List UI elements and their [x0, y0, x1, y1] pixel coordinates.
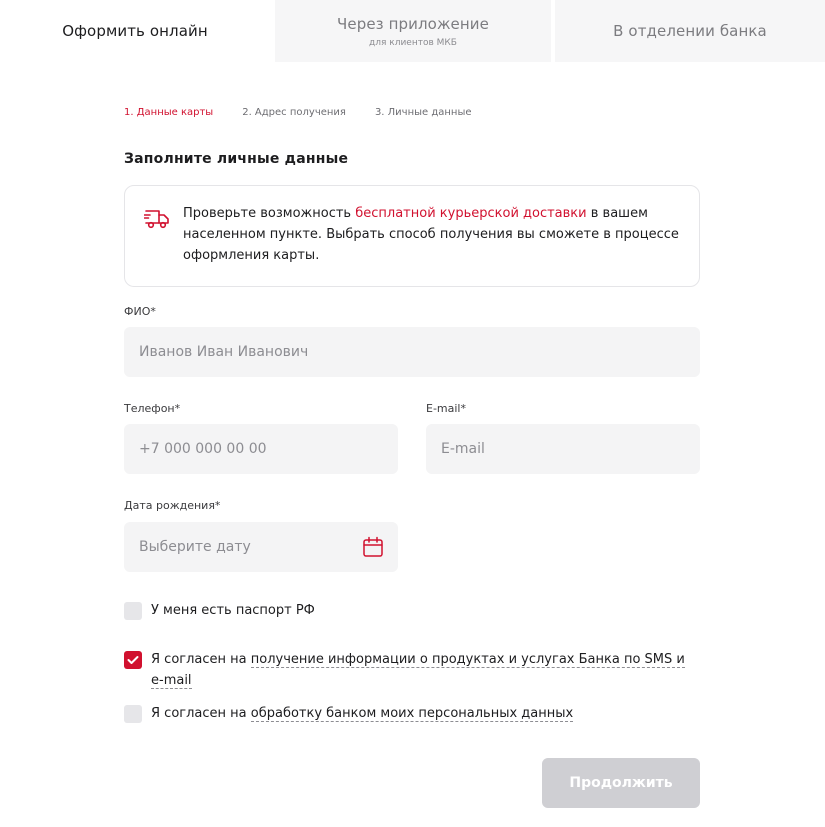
data-consent-link[interactable]: обработку банком моих персональных данны… — [250, 706, 574, 722]
passport-checkbox-row: У меня есть паспорт РФ — [124, 602, 315, 621]
fio-input[interactable] — [124, 327, 700, 377]
calendar-icon[interactable] — [362, 536, 384, 558]
sms-consent-checkbox[interactable] — [124, 651, 142, 669]
tab-bank-office-label: В отделении банка — [613, 22, 767, 40]
checkmark-icon — [127, 656, 139, 664]
birthdate-label: Дата рождения* — [124, 499, 221, 512]
form-title: Заполните личные данные — [124, 151, 349, 167]
delivery-info-box: Проверьте возможность бесплатной курьерс… — [124, 185, 700, 287]
data-consent-row: Я согласен на обработку банком моих перс… — [124, 703, 574, 724]
email-input[interactable] — [426, 424, 700, 474]
tab-bank-office[interactable]: В отделении банка — [555, 0, 825, 62]
tab-app-sublabel: для клиентов МКБ — [369, 37, 457, 48]
free-courier-delivery-link[interactable]: бесплатной курьерской доставки — [355, 206, 586, 221]
tab-online[interactable]: Оформить онлайн — [0, 0, 270, 62]
phone-input[interactable] — [124, 424, 398, 474]
tab-app[interactable]: Через приложение для клиентов МКБ — [275, 0, 551, 62]
step-delivery-address: 2. Адрес получения — [242, 107, 346, 118]
delivery-truck-icon — [144, 210, 169, 229]
step-card-data: 1. Данные карты — [124, 107, 214, 118]
data-consent-prefix: Я согласен на — [151, 706, 251, 721]
sms-consent-prefix: Я согласен на — [151, 652, 251, 667]
data-consent-checkbox[interactable] — [124, 705, 142, 723]
delivery-info-text: Проверьте возможность бесплатной курьерс… — [183, 203, 683, 266]
sms-consent-row: Я согласен на получение информации о про… — [124, 651, 691, 691]
email-label: E-mail* — [426, 402, 466, 415]
step-personal-data: 3. Личные данные — [374, 107, 472, 118]
tab-online-label: Оформить онлайн — [62, 22, 208, 40]
sms-consent-text: Я согласен на получение информации о про… — [151, 649, 691, 691]
passport-checkbox[interactable] — [124, 602, 142, 620]
passport-checkbox-label: У меня есть паспорт РФ — [151, 603, 315, 618]
tab-bar: Оформить онлайн Через приложение для кли… — [0, 0, 825, 62]
continue-button[interactable]: Продолжить — [542, 758, 700, 808]
info-text-before: Проверьте возможность — [183, 206, 356, 221]
tab-app-label: Через приложение — [337, 14, 489, 33]
phone-label: Телефон* — [124, 402, 181, 415]
data-consent-text: Я согласен на обработку банком моих перс… — [151, 703, 574, 724]
step-indicator: 1. Данные карты 2. Адрес получения 3. Ли… — [124, 107, 501, 118]
fio-label: ФИО* — [124, 305, 156, 318]
birthdate-input[interactable] — [124, 522, 398, 572]
